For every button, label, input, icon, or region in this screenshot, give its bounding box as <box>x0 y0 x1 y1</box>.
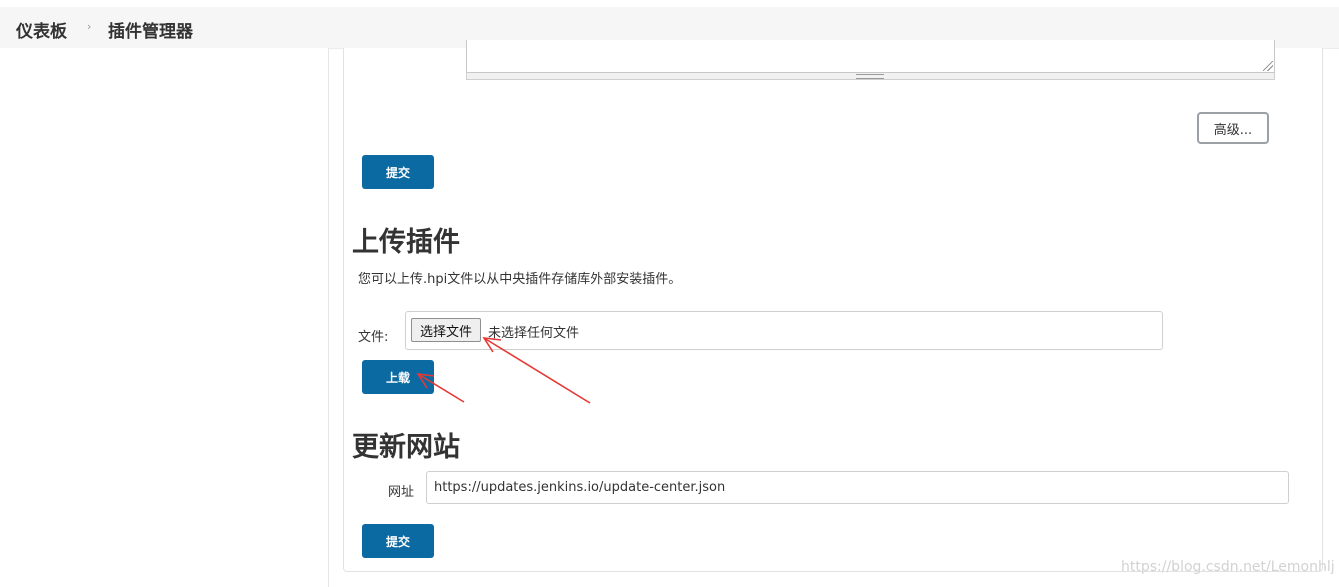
file-label: 文件: <box>358 330 389 345</box>
upload-plugin-description: 您可以上传.hpi文件以从中央插件存储库外部安装插件。 <box>358 272 682 287</box>
drag-handle-icon[interactable] <box>856 74 884 79</box>
update-site-title: 更新网站 <box>352 432 460 463</box>
resize-grip-icon[interactable] <box>1263 61 1273 71</box>
file-status-text: 未选择任何文件 <box>488 326 580 341</box>
breadcrumb-plugin-manager[interactable]: 插件管理器 <box>108 17 193 42</box>
url-label: 网址 <box>388 485 415 500</box>
file-input[interactable]: 选择文件 未选择任何文件 <box>405 311 1163 350</box>
top-strip <box>0 0 1339 7</box>
upload-plugin-title: 上传插件 <box>352 227 460 258</box>
submit-button[interactable]: 提交 <box>362 155 434 189</box>
textarea-footer <box>466 73 1275 80</box>
side-panel <box>0 48 329 587</box>
update-site-url-input[interactable] <box>426 471 1289 504</box>
upload-button[interactable]: 上载 <box>362 360 434 394</box>
watermark-text: https://blog.csdn.net/Lemonhlj <box>1121 559 1335 575</box>
advanced-button[interactable]: 高级... <box>1197 112 1269 144</box>
choose-file-button[interactable]: 选择文件 <box>411 318 482 342</box>
breadcrumb-dashboard[interactable]: 仪表板 <box>16 17 67 42</box>
textarea-field[interactable] <box>466 40 1275 73</box>
update-site-submit-button[interactable]: 提交 <box>362 524 434 558</box>
breadcrumb-separator-icon: › <box>87 20 92 33</box>
